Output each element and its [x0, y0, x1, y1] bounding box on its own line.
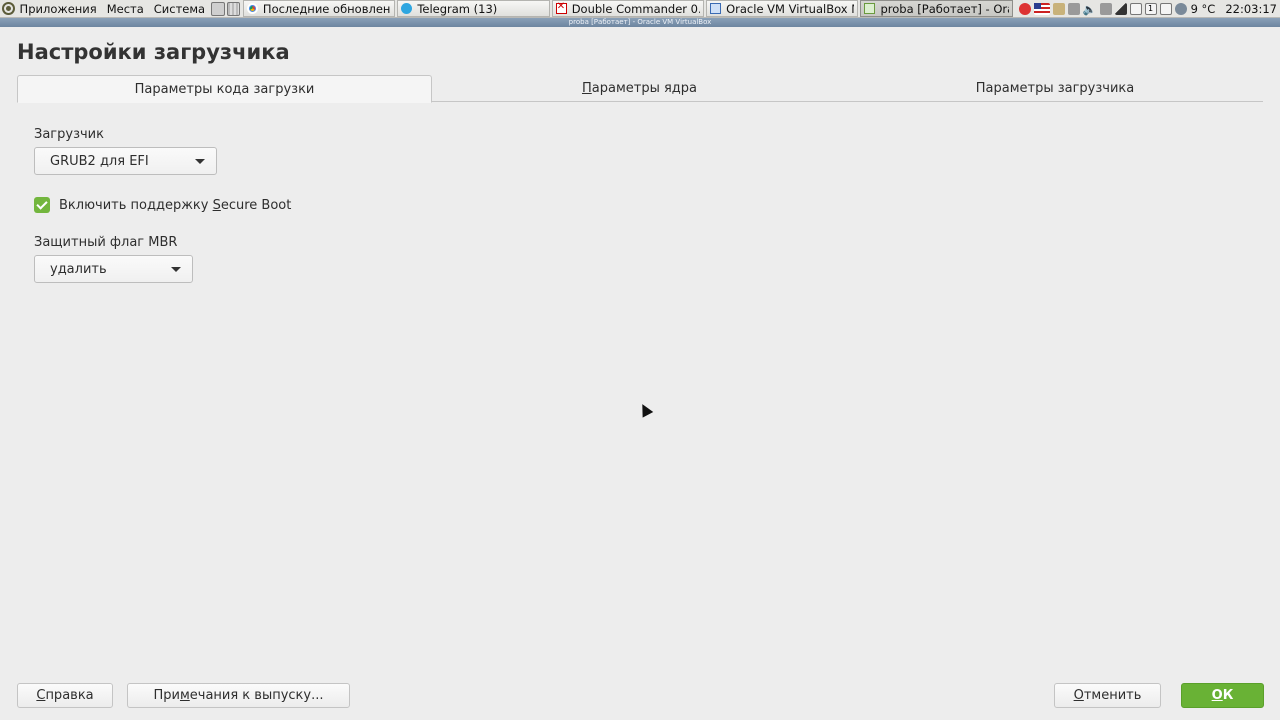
workspace-switcher-2[interactable]: [1159, 2, 1172, 15]
text-editor-launcher-icon[interactable]: [226, 1, 240, 16]
help-button-label: правка: [45, 688, 94, 703]
cancel-button[interactable]: Отменить: [1054, 683, 1161, 708]
telegram-icon: [401, 3, 413, 14]
taskbar-item-telegram[interactable]: Telegram (13): [397, 0, 550, 17]
tab-label-mnemonic: П: [581, 81, 592, 96]
tab-boot-code-options[interactable]: Параметры кода загрузки: [17, 75, 432, 103]
virtualbox-icon: [710, 3, 722, 14]
taskbar-item-virtualbox-manager[interactable]: Oracle VM VirtualBox M...: [706, 0, 859, 17]
weather-cloud-icon: [1174, 2, 1187, 15]
cancel-button-mnemonic: О: [1073, 688, 1084, 703]
page-title: Настройки загрузчика: [17, 40, 290, 64]
clipboard-icon[interactable]: [1052, 2, 1065, 15]
taskbar-item-label: proba [Работает] - Ora...: [880, 1, 1008, 16]
file-manager-launcher-icon[interactable]: [211, 1, 225, 16]
panel-clock[interactable]: 22:03:17: [1225, 2, 1277, 16]
workspace-switcher-0[interactable]: [1129, 2, 1142, 15]
network-signal-icon[interactable]: [1114, 2, 1127, 15]
chrome-icon: [246, 3, 258, 14]
taskbar-item-label: Double Commander 0.9...: [571, 1, 700, 16]
mbr-flag-label: Защитный флаг MBR: [34, 235, 178, 250]
applications-menu-icon[interactable]: [2, 2, 15, 15]
secure-boot-checkbox[interactable]: Включить поддержку Secure Boot: [34, 197, 291, 213]
mbr-flag-select[interactable]: удалить: [34, 255, 193, 283]
taskbar-item-label: Telegram (13): [417, 1, 498, 16]
release-notes-mnemonic: м: [179, 688, 190, 703]
help-button-mnemonic: С: [36, 688, 46, 703]
tab-kernel-parameters[interactable]: Параметры ядра: [432, 75, 847, 102]
tab-bootloader-options[interactable]: Параметры загрузчика: [847, 75, 1263, 102]
chevron-down-icon: [171, 267, 181, 272]
updates-icon[interactable]: [1067, 2, 1080, 15]
vm-window-title: proba [Работает] - Oracle VM VirtualBox: [0, 18, 1280, 27]
tab-label: Параметры загрузчика: [975, 81, 1135, 96]
taskbar-item-chrome[interactable]: Последние обновлени...: [242, 0, 396, 17]
tab-label: Параметры кода загрузки: [134, 81, 315, 97]
top-panel: Приложения Места Система Последние обнов…: [0, 0, 1280, 18]
workspace-switcher-1[interactable]: 1: [1144, 2, 1157, 15]
mbr-flag-select-value: удалить: [50, 261, 107, 277]
taskbar-item-label: Oracle VM VirtualBox M...: [726, 1, 854, 16]
help-button[interactable]: Справка: [17, 683, 113, 708]
secure-boot-label: Включить поддержку Secure Boot: [59, 198, 291, 213]
taskbar-item-double-commander[interactable]: Double Commander 0.9...: [551, 0, 705, 17]
taskbar-item-vm-proba[interactable]: proba [Работает] - Ora...: [860, 0, 1013, 17]
chevron-down-icon: [195, 159, 205, 164]
power-icon[interactable]: [1099, 2, 1112, 15]
secure-boot-label-mnemonic: S: [212, 197, 221, 213]
tab-label: араметры ядра: [591, 81, 698, 96]
volume-icon[interactable]: 🔈: [1083, 3, 1097, 16]
secure-boot-label-pre: Включить поддержку: [59, 197, 213, 213]
bootloader-label: Загрузчик: [34, 127, 104, 142]
double-commander-icon: [555, 1, 567, 14]
tab-bar: Параметры кода загрузки Параметры ядра П…: [17, 75, 1263, 103]
ok-button-mnemonic: О: [1211, 688, 1223, 703]
ok-button[interactable]: ОК: [1181, 683, 1264, 708]
taskbar-item-label: Последние обновлени...: [262, 1, 391, 16]
release-notes-button[interactable]: При м ечания к выпуску...: [127, 683, 350, 708]
places-menu[interactable]: Места: [102, 0, 149, 18]
mouse-cursor-icon: [637, 401, 654, 418]
applications-menu[interactable]: Приложения: [15, 0, 102, 18]
secure-boot-label-post: ecure Boot: [220, 197, 292, 213]
release-notes-label-pre: При: [153, 688, 180, 703]
notification-badge-icon[interactable]: [1018, 2, 1031, 15]
checkbox-checked-icon[interactable]: [34, 197, 50, 213]
keyboard-layout-flag-icon[interactable]: [1033, 2, 1050, 15]
release-notes-label: ечания к выпуску...: [189, 688, 324, 703]
virtualbox-vm-icon: [864, 3, 876, 14]
bootloader-select[interactable]: GRUB2 для EFI: [34, 147, 217, 175]
ok-button-label: К: [1222, 688, 1234, 703]
system-menu[interactable]: Система: [149, 0, 210, 18]
weather-temperature[interactable]: 9 °C: [1191, 2, 1216, 16]
cancel-button-label: тменить: [1083, 688, 1142, 703]
system-tray: 🔈 1: [1018, 2, 1187, 16]
bootloader-select-value: GRUB2 для EFI: [50, 153, 149, 169]
